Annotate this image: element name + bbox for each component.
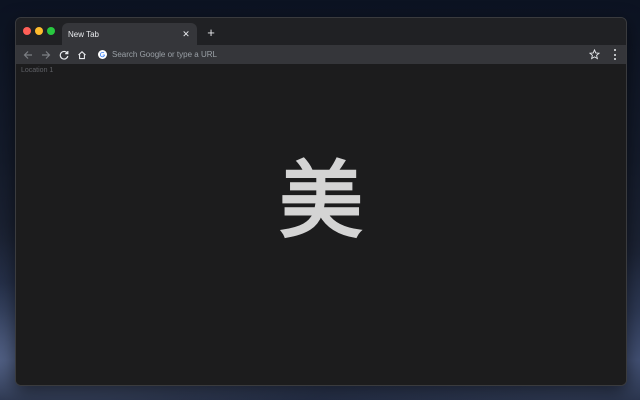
back-arrow-icon[interactable]	[22, 49, 34, 61]
featured-character: 美	[278, 152, 363, 250]
home-icon[interactable]	[76, 49, 88, 61]
tab-title: New Tab	[68, 29, 99, 39]
tab-new-tab[interactable]: New Tab ✕	[62, 23, 197, 45]
location-label: Location 1	[21, 67, 54, 74]
window-controls	[23, 27, 55, 35]
omnibox-placeholder: Search Google or type a URL	[112, 50, 217, 59]
browser-toolbar: Search Google or type a URL	[16, 45, 626, 64]
omnibox[interactable]: Search Google or type a URL	[98, 47, 598, 62]
tab-close-icon[interactable]: ✕	[181, 29, 191, 39]
reload-icon[interactable]	[58, 49, 70, 61]
bookmark-star-icon[interactable]	[589, 49, 600, 60]
browser-window: New Tab ✕ + Search Google or type a URL	[15, 17, 627, 386]
kebab-menu-icon[interactable]	[613, 49, 617, 60]
forward-arrow-icon[interactable]	[40, 49, 52, 61]
minimize-window-button[interactable]	[35, 27, 43, 35]
google-g-icon	[98, 50, 107, 59]
new-tab-button[interactable]: +	[204, 26, 218, 40]
close-window-button[interactable]	[23, 27, 31, 35]
new-tab-page: Location 1 美	[16, 64, 626, 385]
title-bar: New Tab ✕ +	[16, 18, 626, 45]
maximize-window-button[interactable]	[47, 27, 55, 35]
